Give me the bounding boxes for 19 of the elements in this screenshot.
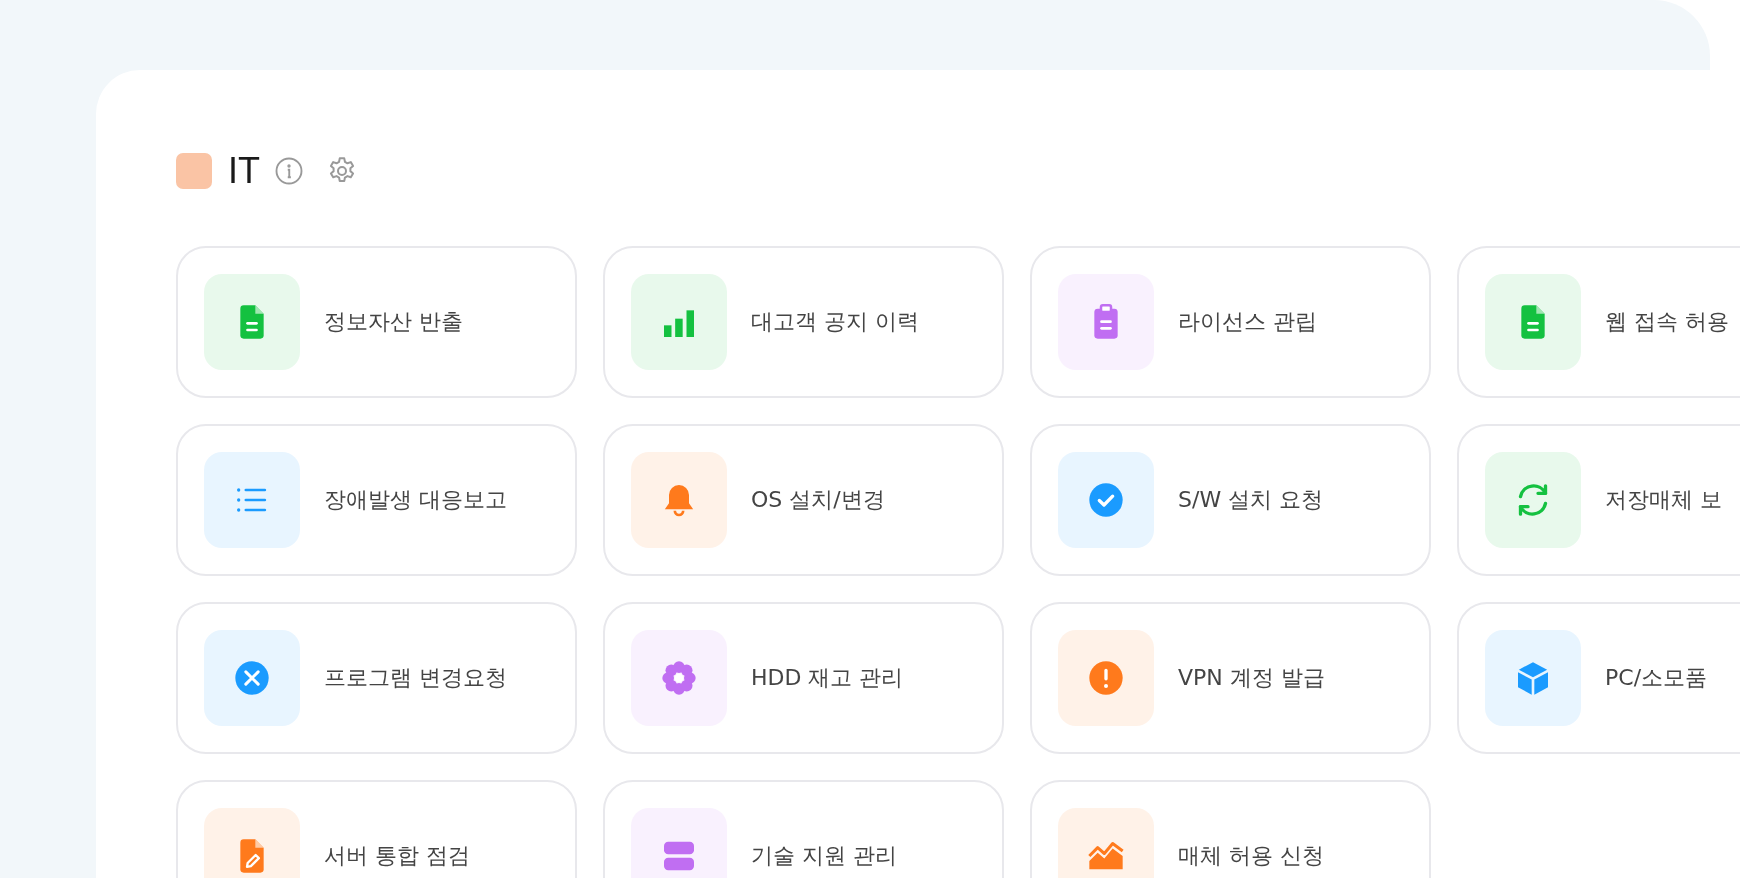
menu-card[interactable]: OS 설치/변경 (603, 424, 1004, 576)
menu-card[interactable]: 저장매체 보 (1457, 424, 1740, 576)
menu-card[interactable]: 정보자산 반출 (176, 246, 577, 398)
menu-card[interactable]: PC/소모품 (1457, 602, 1740, 754)
info-icon (274, 156, 304, 186)
menu-card[interactable]: 대고객 공지 이력 (603, 246, 1004, 398)
menu-card[interactable]: 서버 통합 점검 (176, 780, 577, 878)
menu-card[interactable]: VPN 계정 발급 (1030, 602, 1431, 754)
category-color-square (176, 153, 212, 189)
menu-card[interactable]: 웹 접속 허용 (1457, 246, 1740, 398)
menu-card[interactable]: S/W 설치 요청 (1030, 424, 1431, 576)
menu-card[interactable]: 매체 허용 신청 (1030, 780, 1431, 878)
menu-card[interactable]: HDD 재고 관리 (603, 602, 1004, 754)
menu-card[interactable]: 프로그램 변경요청 (176, 602, 577, 754)
section-title: IT (228, 150, 260, 192)
menu-card[interactable]: 기술 지원 관리 (603, 780, 1004, 878)
menu-card[interactable]: 장애발생 대응보고 (176, 424, 577, 576)
info-button[interactable] (274, 156, 304, 186)
menu-card[interactable]: 라이선스 관립 (1030, 246, 1431, 398)
